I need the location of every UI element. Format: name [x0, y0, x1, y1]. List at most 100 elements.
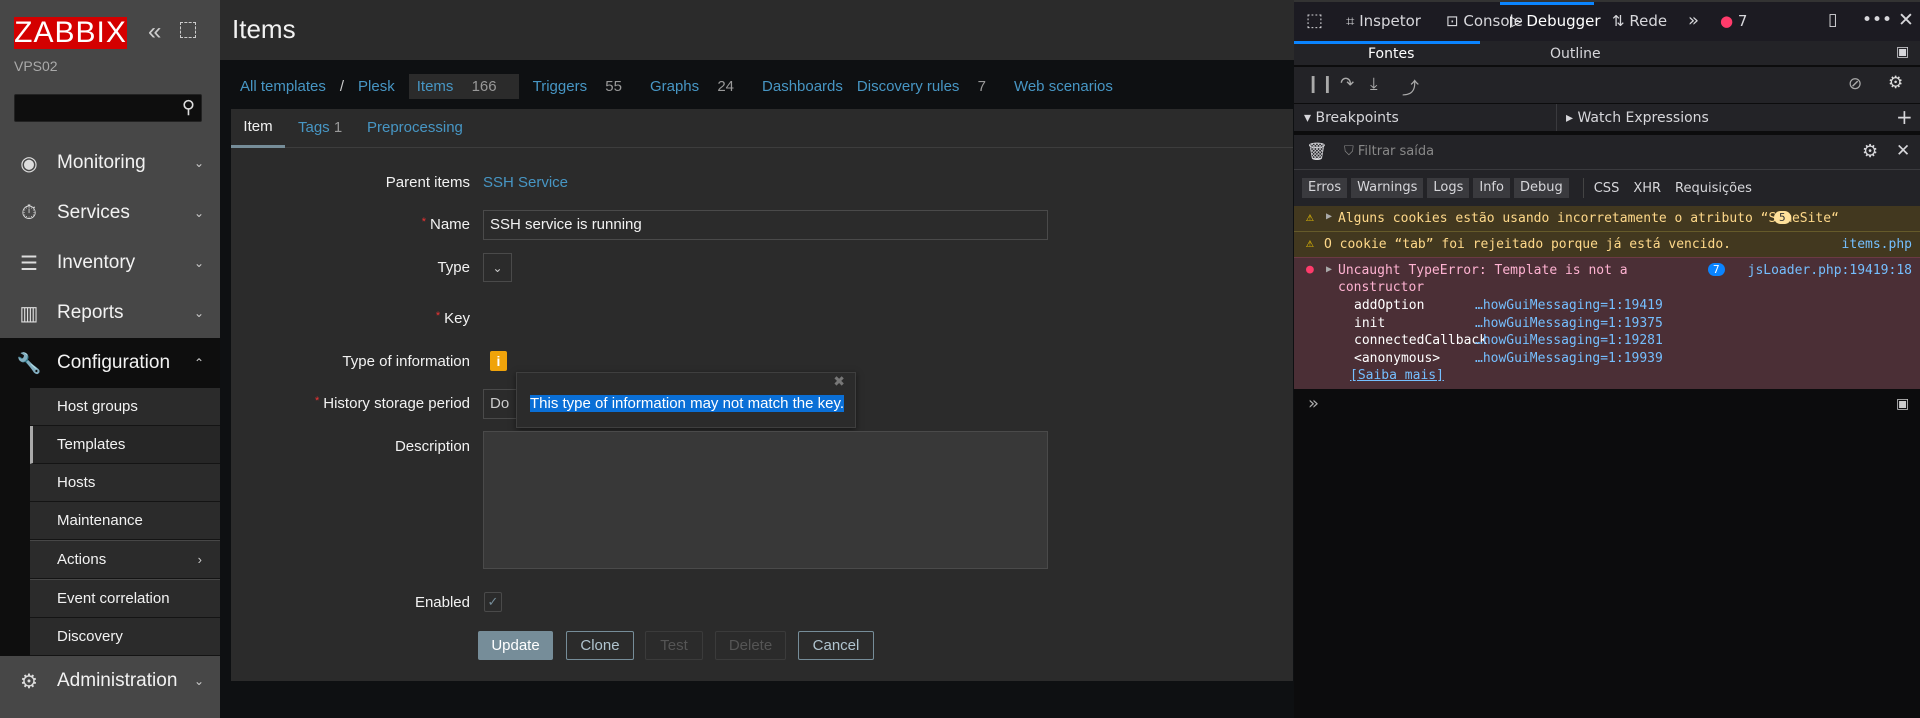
info-icon[interactable]: i [490, 351, 507, 371]
close-icon[interactable]: ✕ [1896, 141, 1910, 161]
learn-more-link[interactable]: [Saiba mais] [1350, 368, 1444, 383]
tab-items[interactable]: Items 166 [408, 74, 519, 99]
console-error[interactable]: ● ▶ Uncaught TypeError: Template is not … [1294, 258, 1920, 389]
element-picker-icon[interactable]: ⬚ [1306, 10, 1323, 31]
breadcrumb-plesk[interactable]: Plesk [358, 78, 395, 99]
expand-icon[interactable]: ▶ [1326, 211, 1332, 222]
more-tabs-icon[interactable]: » [1688, 10, 1699, 31]
console-prompt[interactable]: » [1308, 393, 1319, 414]
filter-xhr[interactable]: XHR [1633, 181, 1661, 196]
name-input[interactable]: SSH service is running [483, 210, 1048, 240]
menu-monitoring[interactable]: ◉ Monitoring ⌄ [0, 138, 220, 188]
step-over-icon[interactable]: ↷ [1340, 74, 1354, 94]
search-input[interactable]: ⚲ [14, 94, 202, 122]
form-tab-item[interactable]: Item [231, 109, 285, 148]
filter-requests[interactable]: Requisições [1675, 181, 1752, 196]
form-tab-tags[interactable]: Tags 1 [298, 119, 342, 136]
server-name: VPS02 [14, 58, 58, 74]
console-warning[interactable]: ⚠ O cookie “tab” foi rejeitado porque já… [1294, 232, 1920, 258]
submenu-actions[interactable]: Actions › [30, 541, 220, 579]
kiosk-mode-icon[interactable] [180, 22, 196, 38]
more-options-icon[interactable]: ••• [1862, 10, 1892, 30]
expand-icon[interactable]: ▶ [1326, 264, 1332, 275]
menu-configuration[interactable]: 🔧 Configuration ⌃ [0, 338, 220, 388]
message-text: O cookie “tab” foi rejeitado porque já e… [1324, 237, 1731, 252]
update-button[interactable]: Update [478, 631, 553, 660]
menu-services[interactable]: ⏱ Services ⌄ [0, 188, 220, 238]
parent-items-label: Parent items [385, 174, 470, 191]
disable-breakpoints-icon[interactable]: ⊘ [1848, 74, 1862, 94]
trash-icon[interactable]: 🗑 [1306, 142, 1328, 162]
cancel-button[interactable]: Cancel [798, 631, 874, 660]
tab-graphs[interactable]: Graphs 24 [650, 78, 748, 99]
chevron-down-icon: ⌄ [193, 674, 204, 688]
responsive-mode-icon[interactable]: ▯ [1828, 10, 1837, 30]
submenu-host-groups[interactable]: Host groups [30, 388, 220, 426]
test-button[interactable]: Test [645, 631, 703, 660]
tab-label: Inspetor [1359, 12, 1421, 30]
subtab-sources[interactable]: Fontes [1368, 46, 1414, 62]
filter-input[interactable]: ⛉ Filtrar saída [1344, 144, 1434, 159]
settings-icon[interactable]: ⚙ [1862, 141, 1878, 162]
collapse-icon[interactable]: « [148, 18, 161, 46]
submenu-discovery[interactable]: Discovery [30, 618, 220, 656]
tab-label: Graphs [649, 78, 700, 95]
step-out-icon[interactable]: ⤴ [1402, 74, 1419, 99]
tab-web-scenarios[interactable]: Web scenarios [1014, 78, 1113, 99]
error-count-badge[interactable]: ● 7 [1720, 12, 1747, 30]
submenu-templates[interactable]: Templates [30, 426, 220, 464]
submenu-event-correlation[interactable]: Event correlation [30, 580, 220, 618]
delete-button[interactable]: Delete [715, 631, 786, 660]
editor-mode-icon[interactable]: ▣ [1896, 396, 1909, 412]
pause-icon[interactable]: ❙❙ [1306, 74, 1335, 94]
filter-errors[interactable]: Erros [1302, 178, 1348, 198]
filter-logs[interactable]: Logs [1427, 178, 1470, 198]
submenu-maintenance[interactable]: Maintenance [30, 502, 220, 540]
add-icon[interactable]: + [1896, 105, 1913, 129]
tab-label: Debugger [1526, 12, 1601, 30]
close-icon[interactable]: ✕ [1898, 9, 1914, 31]
clone-button[interactable]: Clone [566, 631, 634, 660]
source-link[interactable]: items.php [1842, 237, 1912, 252]
toggle-panel-icon[interactable]: ▣ [1896, 44, 1909, 60]
stack-frame[interactable]: <anonymous> …howGuiMessaging=1:19939 [1354, 350, 1663, 368]
tab-debugger[interactable]: ▷ Debugger [1510, 12, 1601, 30]
zabbix-logo[interactable]: ZABBIX [14, 17, 127, 49]
close-icon[interactable]: ✖ [833, 373, 845, 390]
menu-reports[interactable]: ▥ Reports ⌄ [0, 288, 220, 338]
filter-css[interactable]: CSS [1594, 181, 1620, 196]
filter-debug[interactable]: Debug [1513, 178, 1569, 198]
watch-expressions-section[interactable]: ▸ Watch Expressions [1566, 110, 1709, 126]
tab-discovery-rules[interactable]: Discovery rules 7 [857, 78, 1000, 99]
tab-dashboards[interactable]: Dashboards [762, 78, 843, 99]
breadcrumb-all-templates[interactable]: All templates [240, 78, 326, 99]
tooltip-text: This type of information may not match t… [530, 395, 845, 412]
type-select[interactable]: ⌄ [483, 253, 512, 282]
menu-inventory[interactable]: ☰ Inventory ⌄ [0, 238, 220, 288]
search-icon[interactable]: ⚲ [182, 97, 195, 118]
stack-frame[interactable]: connectedCallback…howGuiMessaging=1:1928… [1354, 332, 1663, 350]
console-warning[interactable]: ⚠ ▶ Alguns cookies estão usando incorret… [1294, 206, 1920, 232]
menu-label: Administration [57, 670, 178, 691]
history-storage-label: * History storage period [314, 395, 470, 412]
settings-icon[interactable]: ⚙ [1888, 73, 1903, 93]
menu-administration[interactable]: ⚙ Administration ⌄ [0, 656, 220, 706]
source-link[interactable]: jsLoader.php:19419:18 [1748, 263, 1912, 278]
tab-triggers[interactable]: Triggers 55 [533, 78, 636, 99]
form-tab-preprocessing[interactable]: Preprocessing [367, 119, 463, 136]
stack-frame[interactable]: init …howGuiMessaging=1:19375 [1354, 315, 1663, 333]
tab-network[interactable]: ⇅ Rede [1612, 12, 1667, 30]
breakpoints-section[interactable]: ▾ Breakpoints [1304, 110, 1399, 126]
stack-frame[interactable]: addOption …howGuiMessaging=1:19419 [1354, 297, 1663, 315]
subtab-outline[interactable]: Outline [1550, 46, 1601, 62]
parent-item-link[interactable]: SSH Service [483, 174, 568, 191]
frame-loc: …howGuiMessaging=1:19939 [1475, 350, 1663, 366]
enabled-checkbox[interactable]: ✓ [484, 592, 502, 612]
description-textarea[interactable] [483, 431, 1048, 569]
step-in-icon[interactable]: ⤓ [1370, 74, 1378, 94]
filter-info[interactable]: Info [1473, 178, 1510, 198]
filter-warnings[interactable]: Warnings [1351, 178, 1424, 198]
message-text: Alguns cookies estão usando incorretamen… [1338, 211, 1839, 226]
submenu-hosts[interactable]: Hosts [30, 464, 220, 502]
tab-inspector[interactable]: ⌗ Inspetor [1346, 12, 1421, 30]
